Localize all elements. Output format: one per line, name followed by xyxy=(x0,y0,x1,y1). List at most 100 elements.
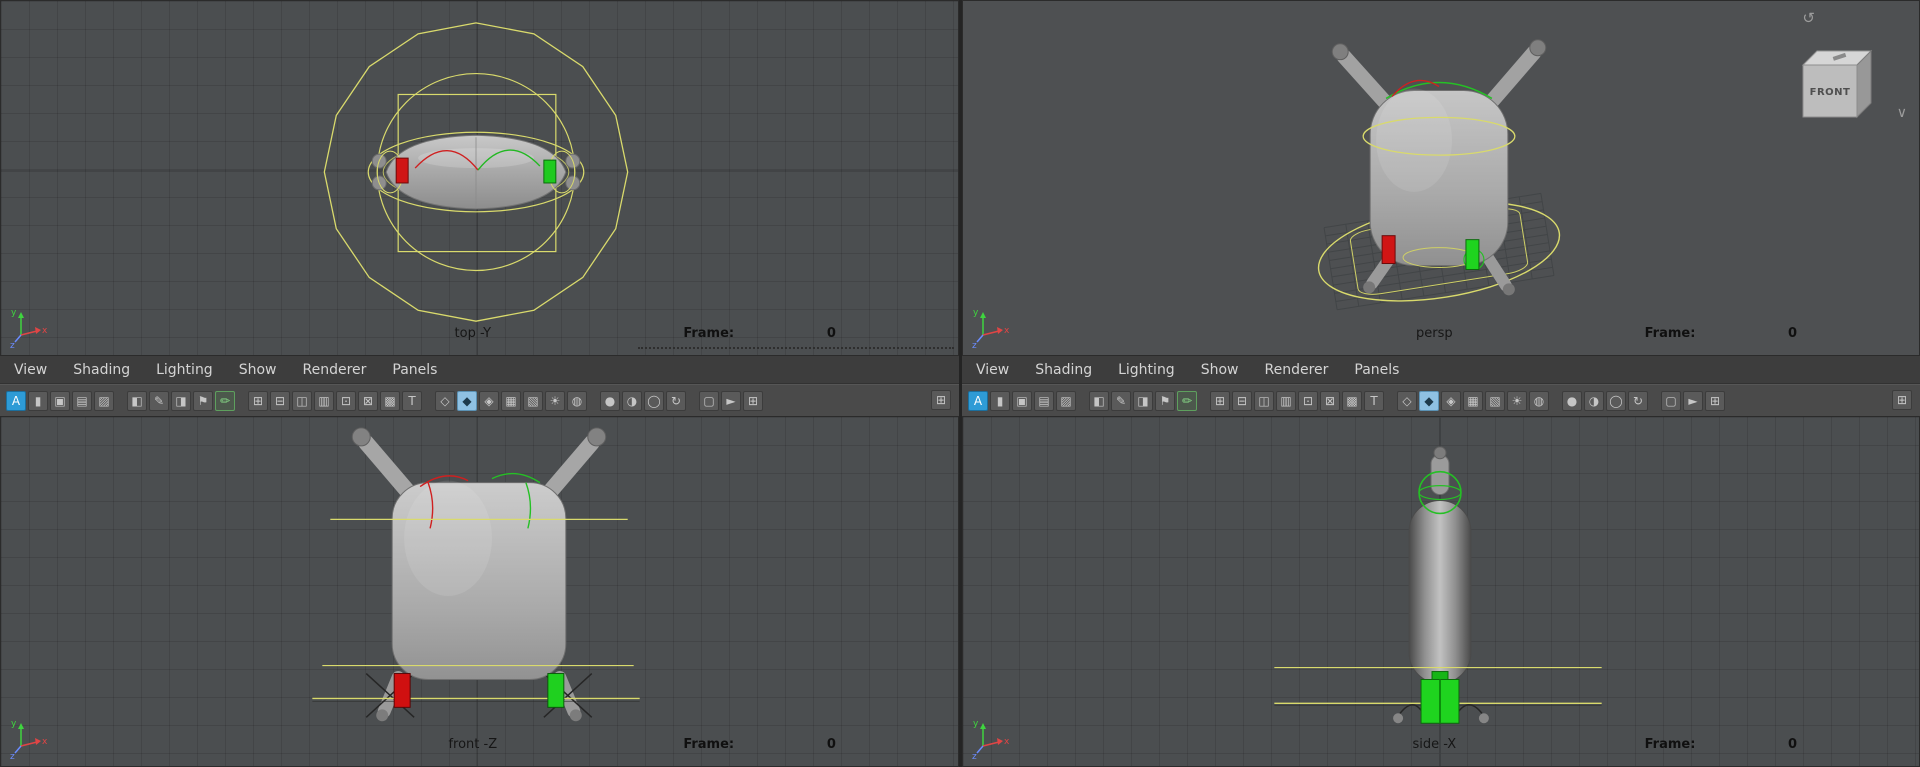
grease-pencil-icon[interactable]: ✎ xyxy=(1111,390,1131,411)
bookmarks-icon[interactable]: ▤ xyxy=(72,390,92,411)
two-d-pan-zoom-icon[interactable]: ◧ xyxy=(127,390,147,411)
checker-mode-icon[interactable]: ▧ xyxy=(523,390,543,411)
use-all-lights-icon[interactable]: ☀ xyxy=(545,390,565,411)
bookmarks-icon[interactable]: ▤ xyxy=(1034,390,1054,411)
camera-attributes-icon[interactable]: ▣ xyxy=(50,390,70,411)
snap-flag-icon[interactable]: ⚑ xyxy=(1155,390,1175,411)
gate-mask-icon[interactable]: ▥ xyxy=(1276,390,1296,411)
viewcube-home-icon[interactable]: ↺ xyxy=(1802,9,1815,27)
edit-pencil-icon[interactable]: ✏ xyxy=(1177,390,1197,411)
plugin-icon[interactable]: ⊞ xyxy=(1705,390,1725,411)
viewport-top[interactable]: y x z top -Y Frame: 0 xyxy=(0,0,959,356)
front-view-scene[interactable] xyxy=(1,417,958,766)
heads-up-display-icon[interactable]: T xyxy=(1364,390,1384,411)
red-control-handle[interactable] xyxy=(1381,235,1396,265)
materials-mode-icon[interactable]: ▦ xyxy=(501,390,521,411)
lock-camera-icon[interactable]: ▮ xyxy=(990,390,1010,411)
menu-view[interactable]: View xyxy=(14,362,47,378)
menu-show[interactable]: Show xyxy=(239,362,277,378)
isolate-select-icon[interactable]: ▢ xyxy=(699,390,719,411)
safe-title-icon[interactable]: ▩ xyxy=(1342,390,1362,411)
film-gate-icon[interactable]: ⊟ xyxy=(1232,390,1252,411)
menu-lighting[interactable]: Lighting xyxy=(1118,362,1175,378)
xray-icon[interactable]: ► xyxy=(721,390,741,411)
shaded-mode-icon[interactable]: ◆ xyxy=(1419,390,1439,411)
green-control-handle[interactable] xyxy=(543,159,557,184)
exposure-icon[interactable]: ↻ xyxy=(666,390,686,411)
menu-lighting[interactable]: Lighting xyxy=(156,362,213,378)
viewcube-menu-chevron-icon[interactable]: ∨ xyxy=(1897,105,1907,121)
resolution-gate-icon[interactable]: ◫ xyxy=(292,390,312,411)
heads-up-display-icon[interactable]: T xyxy=(402,390,422,411)
green-control-handle[interactable] xyxy=(547,673,565,708)
wireframe-mode-icon[interactable]: ◇ xyxy=(1397,390,1417,411)
viewcube-face-label[interactable]: FRONT xyxy=(1810,87,1851,98)
film-gate-icon[interactable]: ⊟ xyxy=(270,390,290,411)
menu-view[interactable]: View xyxy=(976,362,1009,378)
gate-mask-icon[interactable]: ▥ xyxy=(314,390,334,411)
textured-mode-icon[interactable]: ◈ xyxy=(479,390,499,411)
tentacle-tip-right[interactable] xyxy=(1529,39,1547,57)
occlusion-icon[interactable]: ● xyxy=(600,390,620,411)
menu-shading[interactable]: Shading xyxy=(73,362,130,378)
safe-title-icon[interactable]: ▩ xyxy=(380,390,400,411)
field-chart-icon[interactable]: ⊡ xyxy=(1298,390,1318,411)
menu-shading[interactable]: Shading xyxy=(1035,362,1092,378)
field-chart-icon[interactable]: ⊡ xyxy=(336,390,356,411)
safe-action-icon[interactable]: ⊠ xyxy=(358,390,378,411)
grease-pencil-icon[interactable]: ✎ xyxy=(149,390,169,411)
snap-flag-icon[interactable]: ⚑ xyxy=(193,390,213,411)
tentacle-tip-right[interactable] xyxy=(587,427,607,447)
menu-renderer[interactable]: Renderer xyxy=(1264,362,1328,378)
persp-view-scene[interactable] xyxy=(963,1,1919,355)
red-control-handle[interactable] xyxy=(393,673,411,708)
xray-icon[interactable]: ► xyxy=(1683,390,1703,411)
safe-action-icon[interactable]: ⊠ xyxy=(1320,390,1340,411)
tentacle-nub[interactable] xyxy=(1430,454,1450,496)
isolate-select-icon[interactable]: ▢ xyxy=(1661,390,1681,411)
viewport-side[interactable]: y x z side -X Frame: 0 xyxy=(962,416,1920,767)
viewport-front[interactable]: y x z front -Z Frame: 0 xyxy=(0,416,959,767)
use-all-lights-icon[interactable]: ☀ xyxy=(1507,390,1527,411)
select-camera-icon[interactable]: A xyxy=(6,390,26,411)
anti-alias-icon[interactable]: ◯ xyxy=(644,390,664,411)
lock-camera-icon[interactable]: ▮ xyxy=(28,390,48,411)
textured-mode-icon[interactable]: ◈ xyxy=(1441,390,1461,411)
resolution-gate-icon[interactable]: ◫ xyxy=(1254,390,1274,411)
motion-blur-icon[interactable]: ◑ xyxy=(622,390,642,411)
viewport-persp[interactable]: ↺ FRONT ∨ y x z persp Frame: 0 xyxy=(962,0,1920,356)
checker-mode-icon[interactable]: ▧ xyxy=(1485,390,1505,411)
side-view-scene[interactable] xyxy=(963,417,1919,766)
grid-display-icon[interactable]: ⊞ xyxy=(1210,390,1230,411)
shadows-icon[interactable]: ◍ xyxy=(1529,390,1549,411)
menu-panels[interactable]: Panels xyxy=(1354,362,1399,378)
bag-mesh[interactable] xyxy=(1408,500,1472,684)
grid-display-icon[interactable]: ⊞ xyxy=(248,390,268,411)
green-control-handle[interactable] xyxy=(1465,239,1480,270)
plugin-icon[interactable]: ⊞ xyxy=(743,390,763,411)
red-control-handle[interactable] xyxy=(395,157,409,184)
edit-pencil-icon[interactable]: ✏ xyxy=(215,390,235,411)
shaded-mode-icon[interactable]: ◆ xyxy=(457,390,477,411)
wireframe-mode-icon[interactable]: ◇ xyxy=(435,390,455,411)
occlusion-icon[interactable]: ● xyxy=(1562,390,1582,411)
tentacle-tip-left[interactable] xyxy=(351,427,371,447)
top-view-scene[interactable] xyxy=(1,1,958,355)
camera-attributes-icon[interactable]: ▣ xyxy=(1012,390,1032,411)
image-plane-icon[interactable]: ▨ xyxy=(1056,390,1076,411)
exposure-icon[interactable]: ↻ xyxy=(1628,390,1648,411)
image-plane-icon[interactable]: ▨ xyxy=(94,390,114,411)
menu-renderer[interactable]: Renderer xyxy=(302,362,366,378)
toolbar-overflow-icon[interactable]: ⊞ xyxy=(931,390,951,410)
motion-blur-icon[interactable]: ◑ xyxy=(1584,390,1604,411)
two-d-pan-zoom-icon[interactable]: ◧ xyxy=(1089,390,1109,411)
toolbar-overflow-icon[interactable]: ⊞ xyxy=(1892,390,1912,410)
anti-alias-icon[interactable]: ◯ xyxy=(1606,390,1626,411)
camera-view-icon[interactable]: ◨ xyxy=(171,390,191,411)
tentacle-tip-left[interactable] xyxy=(1331,43,1349,61)
view-cube[interactable]: FRONT xyxy=(1795,39,1879,121)
materials-mode-icon[interactable]: ▦ xyxy=(1463,390,1483,411)
bag-feet[interactable] xyxy=(377,671,581,718)
menu-show[interactable]: Show xyxy=(1201,362,1239,378)
select-camera-icon[interactable]: A xyxy=(968,390,988,411)
